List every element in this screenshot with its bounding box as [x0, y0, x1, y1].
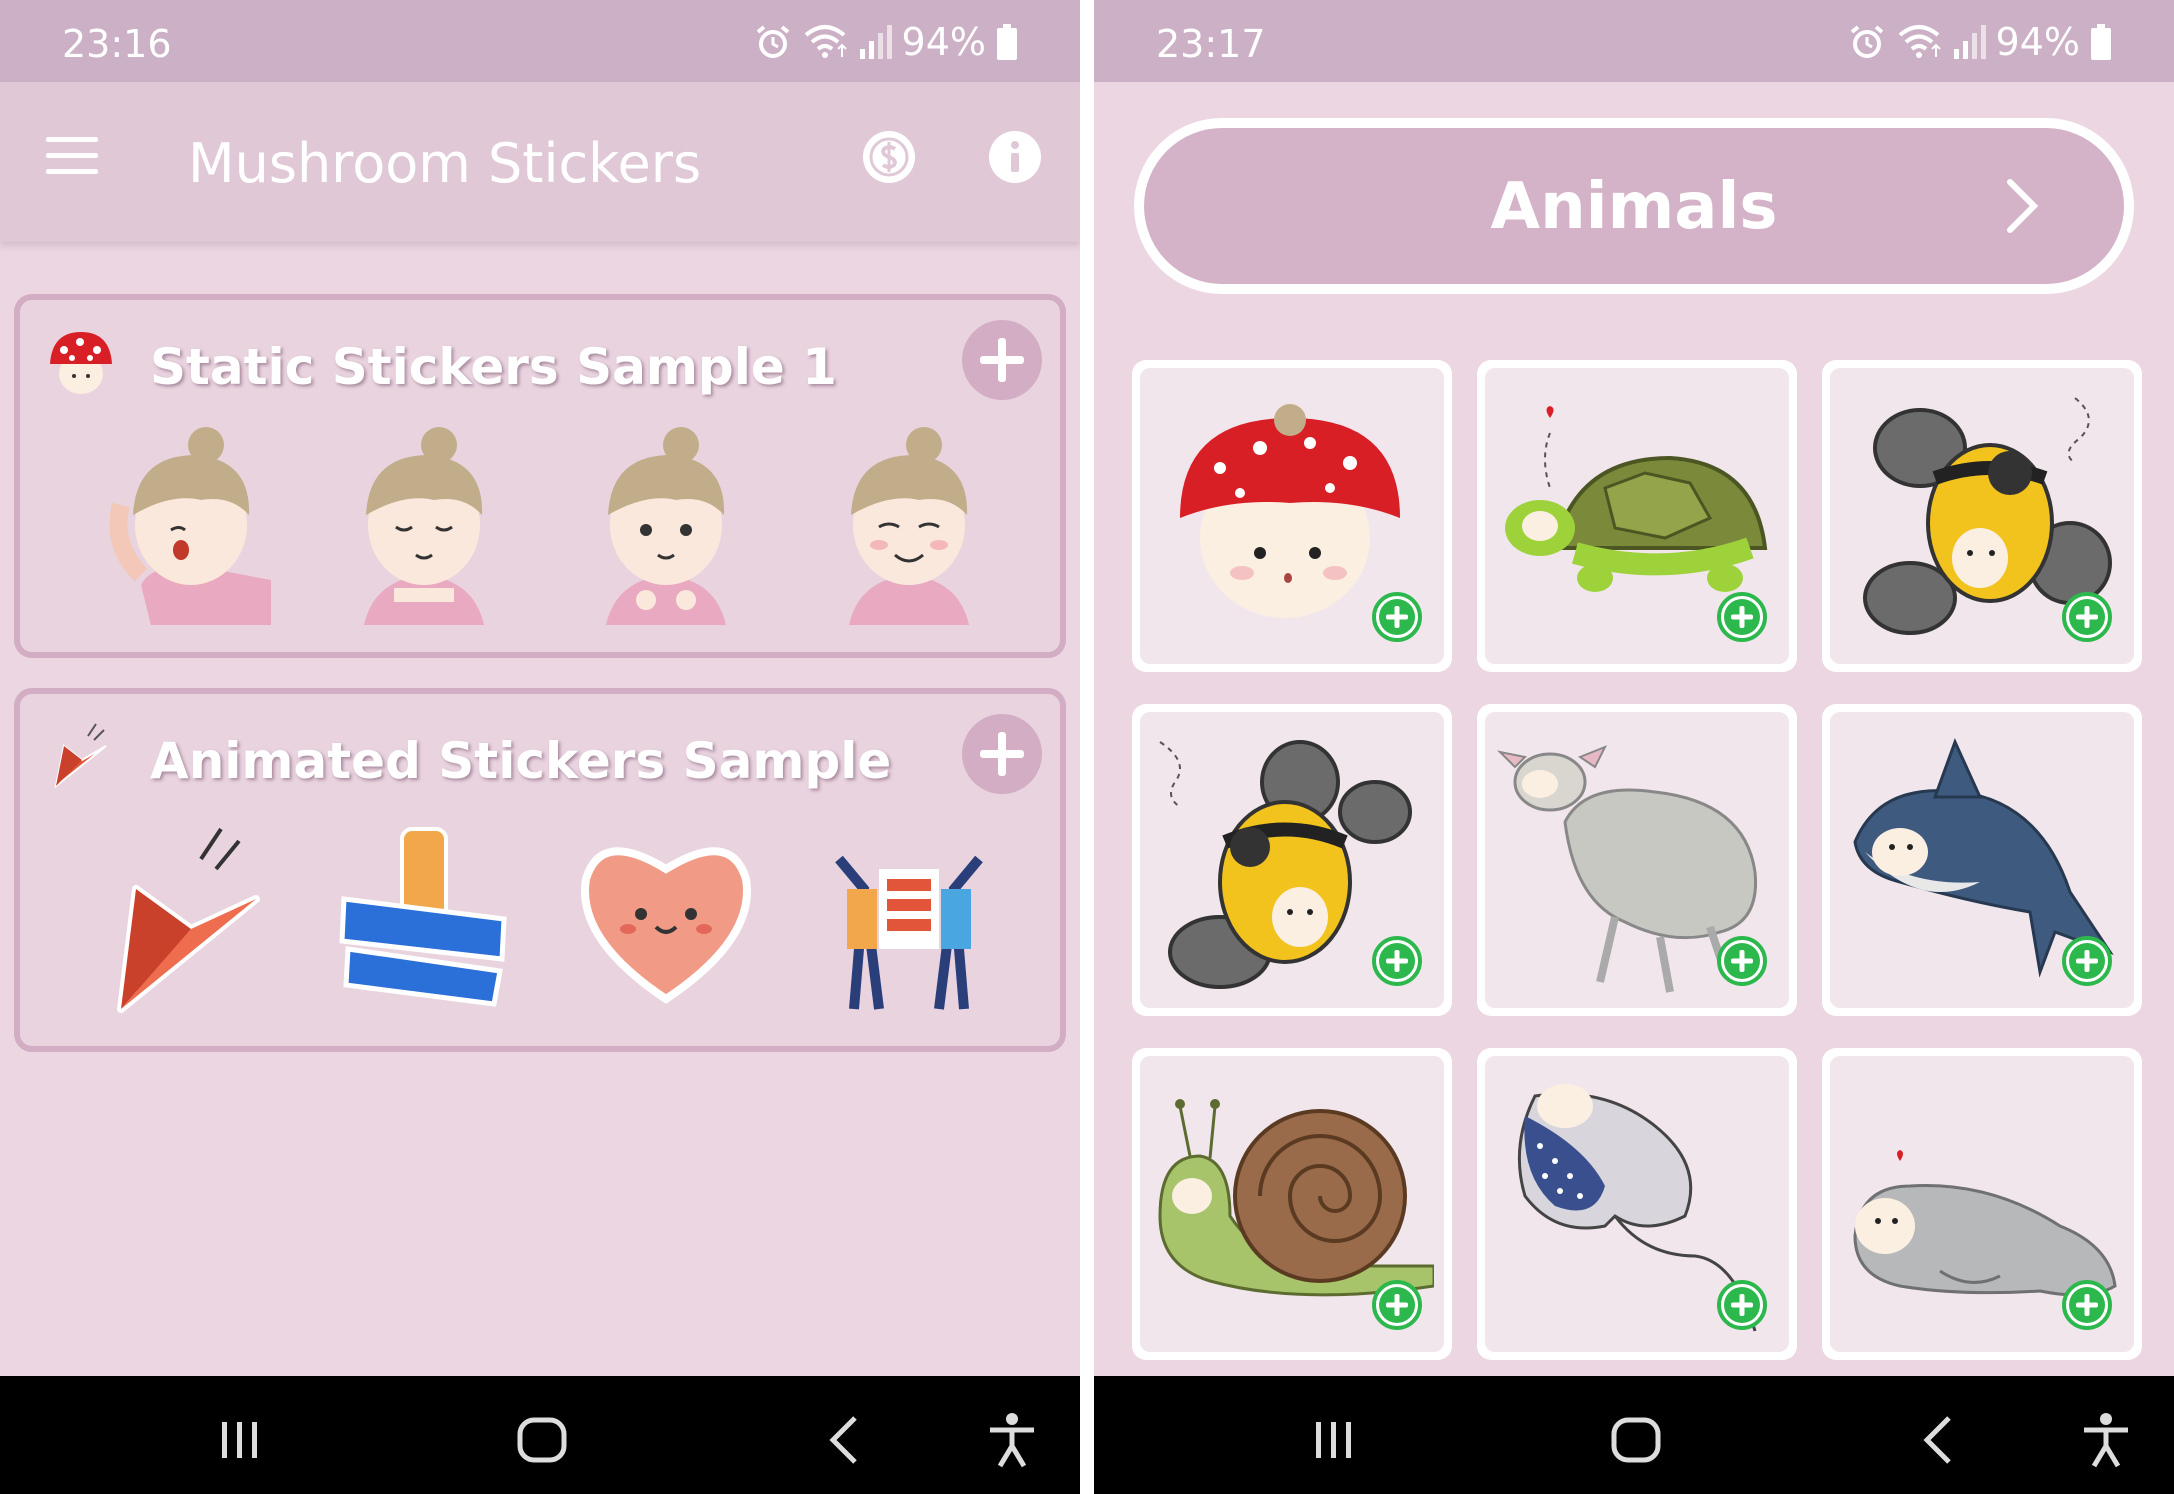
sticker-snail[interactable] [1132, 1048, 1452, 1360]
accessibility-icon[interactable] [2076, 1410, 2136, 1470]
home-icon[interactable] [1606, 1410, 1666, 1470]
add-pack-button[interactable] [962, 714, 1042, 794]
sticker-mushroom-girl[interactable] [1132, 360, 1452, 672]
add-sticker-icon[interactable] [1372, 592, 1422, 642]
sticker-category-screen: 23:17 94% Animals [1094, 0, 2174, 1494]
add-sticker-icon[interactable] [1372, 936, 1422, 986]
add-pack-button[interactable] [962, 320, 1042, 400]
add-sticker-icon[interactable] [1717, 936, 1767, 986]
wifi-icon [1898, 25, 1941, 58]
add-sticker-icon[interactable] [2062, 592, 2112, 642]
add-sticker-icon[interactable] [1717, 1280, 1767, 1330]
add-sticker-icon[interactable] [2062, 936, 2112, 986]
paper-heart-tray-icon [54, 723, 107, 789]
status-time: 23:16 [62, 22, 172, 66]
alarm-icon [756, 25, 789, 58]
add-sticker-icon[interactable] [1372, 1280, 1422, 1330]
status-bar: 23:16 94% [0, 0, 1080, 82]
navigation-bar [0, 1376, 1080, 1494]
battery-percent: 94% [1995, 20, 2080, 64]
accessibility-icon[interactable] [982, 1410, 1042, 1470]
chevron-right-icon [2007, 179, 2039, 233]
pack-previews [60, 804, 1030, 1024]
navigation-bar [1094, 1376, 2174, 1494]
hamburger-menu-icon[interactable] [46, 137, 98, 177]
mushroom-girl-tray-icon [50, 332, 112, 394]
fist-banner-sticker [339, 827, 507, 1007]
sticker-bee-upside-down[interactable] [1132, 704, 1452, 1016]
back-icon[interactable] [1909, 1410, 1969, 1470]
info-icon[interactable] [988, 130, 1042, 184]
app-bar: Mushroom Stickers [0, 82, 1080, 242]
pack-name: Animated Stickers Sample [150, 732, 892, 790]
sticker-packs-screen: 23:16 94% Mushroom Stickers Static Stick… [0, 0, 1080, 1494]
category-button[interactable]: Animals [1134, 118, 2134, 294]
sticker-pack-card-animated[interactable]: Animated Stickers Sample [14, 688, 1066, 1052]
dollar-coin-icon[interactable] [862, 130, 916, 184]
girl-smug-sticker [848, 427, 969, 625]
sticker-pack-card-static[interactable]: Static Stickers Sample 1 [14, 294, 1066, 658]
back-icon[interactable] [815, 1410, 875, 1470]
wifi-icon [804, 25, 847, 58]
recent-apps-icon[interactable] [1304, 1410, 1364, 1470]
battery-percent: 94% [901, 20, 986, 64]
add-sticker-icon[interactable] [1717, 592, 1767, 642]
sticker-shark[interactable] [1822, 704, 2142, 1016]
battery-icon [997, 24, 1017, 60]
pack-previews [60, 410, 1030, 630]
sticker-sheep[interactable] [1477, 704, 1797, 1016]
signal-icon [859, 25, 892, 59]
add-sticker-icon[interactable] [2062, 1280, 2112, 1330]
category-label: Animals [1490, 170, 1778, 244]
air-high-five-sticker [834, 855, 983, 1010]
pack-name: Static Stickers Sample 1 [150, 338, 837, 396]
alarm-icon [1850, 25, 1883, 58]
smiling-heart-sticker [581, 847, 752, 1004]
battery-icon [2091, 24, 2111, 60]
signal-icon [1953, 25, 1986, 59]
app-title: Mushroom Stickers [188, 132, 702, 195]
girl-sleepy-sticker [363, 427, 484, 625]
home-icon[interactable] [512, 1410, 572, 1470]
screen-divider [1080, 0, 1094, 1494]
sticker-turtle[interactable] [1477, 360, 1797, 672]
status-icons: 94% [1848, 18, 2112, 66]
status-bar: 23:17 94% [1094, 0, 2174, 82]
girl-nervous-sticker [606, 427, 727, 625]
status-icons: 94% [754, 18, 1018, 66]
sticker-bee-flying[interactable] [1822, 360, 2142, 672]
recent-apps-icon[interactable] [210, 1410, 270, 1470]
sticker-seal[interactable] [1822, 1048, 2142, 1360]
status-time: 23:17 [1156, 22, 1266, 66]
sticker-stingray[interactable] [1477, 1048, 1797, 1360]
paper-heart-sticker [117, 827, 261, 1013]
girl-stretching-sticker [109, 427, 272, 625]
